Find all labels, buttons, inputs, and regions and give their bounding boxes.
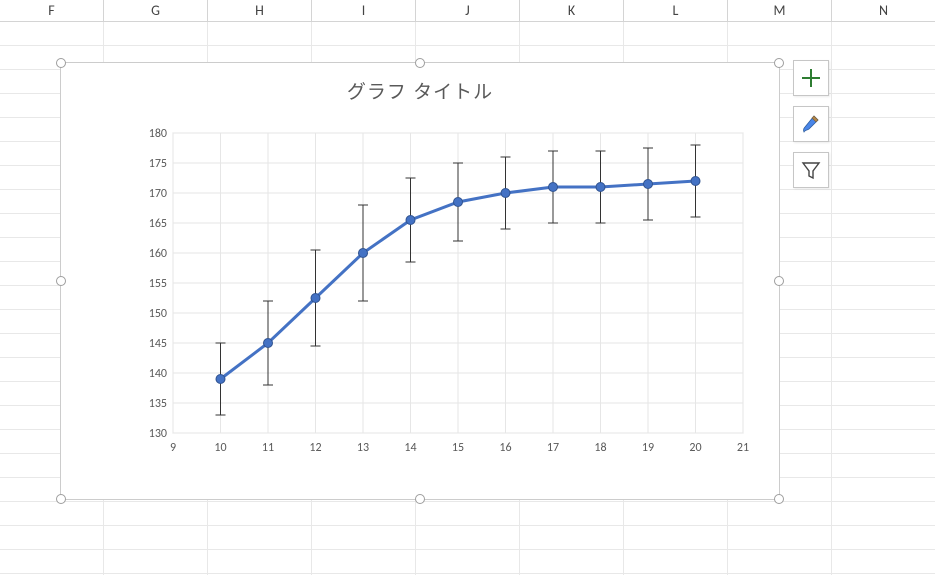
y-tick-label: 170 xyxy=(149,187,167,201)
y-tick-label: 130 xyxy=(149,427,167,441)
data-marker[interactable] xyxy=(311,294,320,303)
col-header[interactable]: G xyxy=(104,0,208,21)
resize-handle[interactable] xyxy=(56,494,66,504)
resize-handle[interactable] xyxy=(415,58,425,68)
resize-handle[interactable] xyxy=(56,276,66,286)
data-marker[interactable] xyxy=(406,216,415,225)
y-tick-label: 135 xyxy=(149,397,167,411)
resize-handle[interactable] xyxy=(774,494,784,504)
column-headers-row: F G H I J K L M N xyxy=(0,0,935,22)
data-marker[interactable] xyxy=(216,375,225,384)
col-header[interactable]: N xyxy=(832,0,935,21)
x-tick-label: 17 xyxy=(547,441,559,455)
chart-title[interactable]: グラフ タイトル xyxy=(61,77,779,104)
chart-elements-button[interactable] xyxy=(793,60,829,96)
data-marker[interactable] xyxy=(264,339,273,348)
plot-area[interactable]: 130 135 140 145 150 155 160 165 170 175 180 9 10 11 12… xyxy=(133,123,753,453)
chart-filters-button[interactable] xyxy=(793,152,829,188)
brush-icon xyxy=(800,113,822,135)
x-tick-label: 13 xyxy=(357,441,369,455)
col-header[interactable]: I xyxy=(312,0,416,21)
x-tick-label: 20 xyxy=(689,441,701,455)
y-tick-label: 175 xyxy=(149,157,167,171)
chart-object[interactable]: グラフ タイトル 1301351401451501551601651701751… xyxy=(60,62,780,500)
x-tick-label: 11 xyxy=(262,441,274,455)
x-tick-label: 15 xyxy=(452,441,464,455)
data-marker[interactable] xyxy=(359,249,368,258)
x-tick-label: 12 xyxy=(309,441,321,455)
x-tick-label: 16 xyxy=(499,441,511,455)
data-marker[interactable] xyxy=(691,177,700,186)
col-header[interactable]: L xyxy=(624,0,728,21)
col-header[interactable]: K xyxy=(520,0,624,21)
col-header[interactable]: F xyxy=(0,0,104,21)
resize-handle[interactable] xyxy=(56,58,66,68)
data-marker[interactable] xyxy=(454,198,463,207)
plus-icon xyxy=(801,68,821,88)
y-tick-label: 160 xyxy=(149,247,167,261)
chart-svg: 130 135 140 145 150 155 160 165 170 175 180 9 10 11 12… xyxy=(133,123,753,473)
y-tick-label: 140 xyxy=(149,367,167,381)
x-tick-label: 10 xyxy=(214,441,226,455)
chart-action-panel xyxy=(793,60,829,188)
y-tick-label: 180 xyxy=(149,127,167,141)
resize-handle[interactable] xyxy=(774,276,784,286)
resize-handle[interactable] xyxy=(415,494,425,504)
data-marker[interactable] xyxy=(644,180,653,189)
col-header[interactable]: M xyxy=(728,0,832,21)
data-marker[interactable] xyxy=(549,183,558,192)
x-tick-label: 14 xyxy=(404,441,416,455)
x-tick-label: 19 xyxy=(642,441,654,455)
funnel-icon xyxy=(801,160,821,180)
data-marker[interactable] xyxy=(596,183,605,192)
y-tick-label: 155 xyxy=(149,277,167,291)
y-tick-label: 150 xyxy=(149,307,167,321)
resize-handle[interactable] xyxy=(774,58,784,68)
col-header[interactable]: J xyxy=(416,0,520,21)
data-marker[interactable] xyxy=(501,189,510,198)
col-header[interactable]: H xyxy=(208,0,312,21)
x-tick-label: 18 xyxy=(594,441,606,455)
y-tick-label: 165 xyxy=(149,217,167,231)
y-tick-label: 145 xyxy=(149,337,167,351)
chart-styles-button[interactable] xyxy=(793,106,829,142)
x-tick-label: 9 xyxy=(170,441,176,455)
x-tick-label: 21 xyxy=(737,441,749,455)
